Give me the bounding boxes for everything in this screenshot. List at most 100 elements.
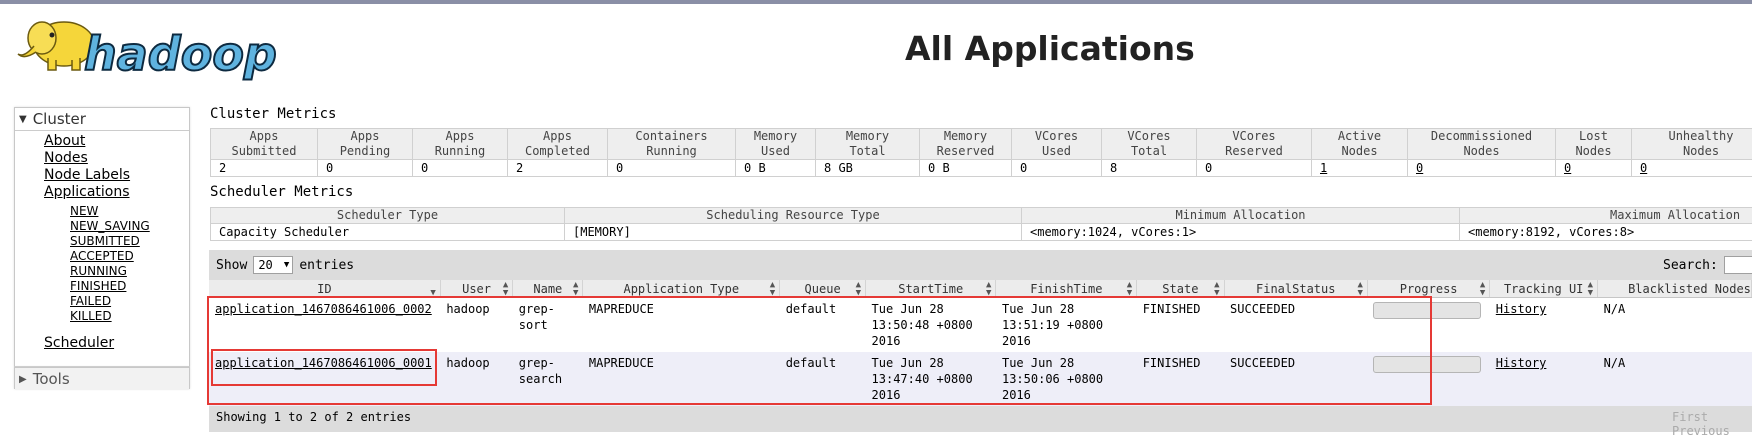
column-header[interactable]: Progress▲▼ bbox=[1367, 280, 1489, 298]
history-link[interactable]: History bbox=[1496, 356, 1547, 370]
column-header[interactable]: FinalStatus ▲▼ bbox=[1224, 280, 1367, 298]
cluster-metric-value: 8 GB bbox=[816, 160, 920, 177]
top-border bbox=[0, 0, 1752, 4]
cluster-metric-header-line: VCores bbox=[1199, 129, 1309, 144]
table-info: Showing 1 to 2 of 2 entries bbox=[216, 410, 411, 424]
column-header[interactable]: FinishTime ▲▼ bbox=[996, 280, 1137, 298]
cluster-metric-value: 0 bbox=[413, 160, 508, 177]
sched-col-min: Minimum Allocation bbox=[1022, 208, 1460, 224]
cluster-metric-value: 0 bbox=[608, 160, 736, 177]
cluster-metric-value: 0 bbox=[1632, 160, 1752, 177]
app-state-killed[interactable]: KILLED bbox=[70, 309, 112, 323]
cluster-metric-header-line: Completed bbox=[510, 144, 605, 159]
cluster-metric-header-line: Memory bbox=[818, 129, 917, 144]
sidebar-link-applications[interactable]: Applications bbox=[44, 184, 130, 200]
app-state-submitted[interactable]: SUBMITTED bbox=[70, 234, 140, 248]
tools-header[interactable]: ▶Tools bbox=[15, 368, 189, 390]
cluster-metric-header-line: Decommissioned bbox=[1410, 129, 1553, 144]
cluster-metric-value: 8 bbox=[1102, 160, 1197, 177]
elephant-icon: hadoop bbox=[14, 8, 314, 84]
cluster-metric-header: VCoresReserved bbox=[1197, 129, 1312, 160]
app-state-finished[interactable]: FINISHED bbox=[70, 279, 126, 293]
cluster-metric-header-line: Nodes bbox=[1410, 144, 1553, 159]
column-header-label: ID bbox=[317, 282, 331, 296]
cluster-metric-header: UnhealthyNodes bbox=[1632, 129, 1752, 160]
sidebar-link-node-labels[interactable]: Node Labels bbox=[44, 167, 130, 183]
column-header[interactable]: Name▲▼ bbox=[513, 280, 583, 298]
sort-icon: ▲▼ bbox=[770, 281, 775, 297]
column-header-label: User bbox=[462, 282, 491, 296]
cluster-metric-header-line: Running bbox=[415, 144, 505, 159]
cluster-metric-value: 0 bbox=[1012, 160, 1102, 177]
cluster-metric-header: ContainersRunning bbox=[608, 129, 736, 160]
cluster-metric-value: 0 bbox=[1408, 160, 1556, 177]
cluster-metric-header-line: Pending bbox=[320, 144, 410, 159]
sched-col-max: Maximum Allocation bbox=[1460, 208, 1752, 224]
sort-icon: ▲▼ bbox=[986, 281, 991, 297]
page-size-select[interactable]: 20▼ bbox=[253, 256, 293, 274]
sort-icon: ▲▼ bbox=[856, 281, 861, 297]
cluster-header[interactable]: ▼Cluster bbox=[15, 108, 189, 131]
cluster-metric-header-line: Nodes bbox=[1634, 144, 1752, 159]
cluster-metric-header-line: Running bbox=[610, 144, 733, 159]
column-header-label: Name bbox=[533, 282, 562, 296]
node-count-link[interactable]: 0 bbox=[1640, 161, 1647, 175]
cluster-metric-header-line: VCores bbox=[1104, 129, 1194, 144]
app-state-new-saving[interactable]: NEW_SAVING bbox=[70, 219, 150, 233]
column-header-label: Progress bbox=[1400, 282, 1458, 296]
page-title: All Applications bbox=[905, 29, 1195, 68]
cluster-metrics-table: AppsSubmittedAppsPendingAppsRunningAppsC… bbox=[210, 128, 1752, 177]
node-count-link[interactable]: 1 bbox=[1320, 161, 1327, 175]
search-input[interactable] bbox=[1724, 256, 1752, 274]
cluster-metric-value: 2 bbox=[211, 160, 318, 177]
cluster-metric-header: AppsCompleted bbox=[508, 129, 608, 160]
column-header[interactable]: Application Type▲▼ bbox=[583, 280, 780, 298]
cluster-metric-header-line: Submitted bbox=[213, 144, 315, 159]
sort-icon: ▲▼ bbox=[1358, 281, 1363, 297]
app-state-new[interactable]: NEW bbox=[70, 204, 98, 218]
node-count-link[interactable]: 0 bbox=[1564, 161, 1571, 175]
sidebar-link-about[interactable]: About bbox=[44, 133, 85, 149]
sidebar-link-nodes[interactable]: Nodes bbox=[44, 150, 88, 166]
first-page-button[interactable]: First bbox=[1672, 410, 1708, 424]
column-header[interactable]: State▲▼ bbox=[1137, 280, 1224, 298]
app-state-accepted[interactable]: ACCEPTED bbox=[70, 249, 134, 263]
column-header[interactable]: Blacklisted Nodes bbox=[1598, 280, 1752, 298]
cluster-metric-value: 2 bbox=[508, 160, 608, 177]
logo-text: hadoop bbox=[84, 27, 277, 81]
column-header-label: Queue bbox=[805, 282, 841, 296]
cluster-metric-header-line: Total bbox=[818, 144, 917, 159]
cluster-metric-header-line: Apps bbox=[213, 129, 315, 144]
cluster-metric-value: 0 B bbox=[920, 160, 1012, 177]
column-header[interactable]: User▲▼ bbox=[440, 280, 512, 298]
cluster-metric-header-line: Apps bbox=[415, 129, 505, 144]
column-header-label: FinishTime bbox=[1030, 282, 1102, 296]
page-size-control: Show 20▼ entries bbox=[216, 256, 354, 274]
column-header[interactable]: ID▼ bbox=[209, 280, 440, 298]
blacklisted-cell: N/A bbox=[1598, 298, 1752, 353]
blacklisted-value: N/A bbox=[1604, 356, 1626, 370]
sched-col-resource: Scheduling Resource Type bbox=[565, 208, 1022, 224]
column-header[interactable]: Tracking UI▲▼ bbox=[1490, 280, 1598, 298]
cluster-metric-value: 0 bbox=[1197, 160, 1312, 177]
history-link[interactable]: History bbox=[1496, 302, 1547, 316]
hadoop-logo[interactable]: hadoop bbox=[14, 8, 314, 84]
previous-page-button[interactable]: Previous bbox=[1672, 424, 1730, 438]
cluster-metric-header-line: Apps bbox=[510, 129, 605, 144]
sort-icon: ▲▼ bbox=[1214, 281, 1219, 297]
column-header-label: StartTime bbox=[898, 282, 963, 296]
cluster-metric-value: 1 bbox=[1312, 160, 1408, 177]
triangle-right-icon: ▶ bbox=[19, 374, 27, 385]
column-header[interactable]: StartTime ▲▼ bbox=[866, 280, 996, 298]
sched-max-value: <memory:8192, vCores:8> bbox=[1460, 224, 1752, 241]
node-count-link[interactable]: 0 bbox=[1416, 161, 1423, 175]
sidebar-link-scheduler[interactable]: Scheduler bbox=[44, 335, 114, 351]
column-header[interactable]: Queue ▲▼ bbox=[780, 280, 866, 298]
app-state-failed[interactable]: FAILED bbox=[70, 294, 111, 308]
sort-icon: ▲▼ bbox=[1127, 281, 1132, 297]
scheduler-metrics-title: Scheduler Metrics bbox=[210, 184, 353, 200]
cluster-metric-header-line: Nodes bbox=[1314, 144, 1405, 159]
column-header-label: FinalStatus bbox=[1256, 282, 1335, 296]
cluster-metric-header-line: Unhealthy bbox=[1634, 129, 1752, 144]
app-state-running[interactable]: RUNNING bbox=[70, 264, 127, 278]
